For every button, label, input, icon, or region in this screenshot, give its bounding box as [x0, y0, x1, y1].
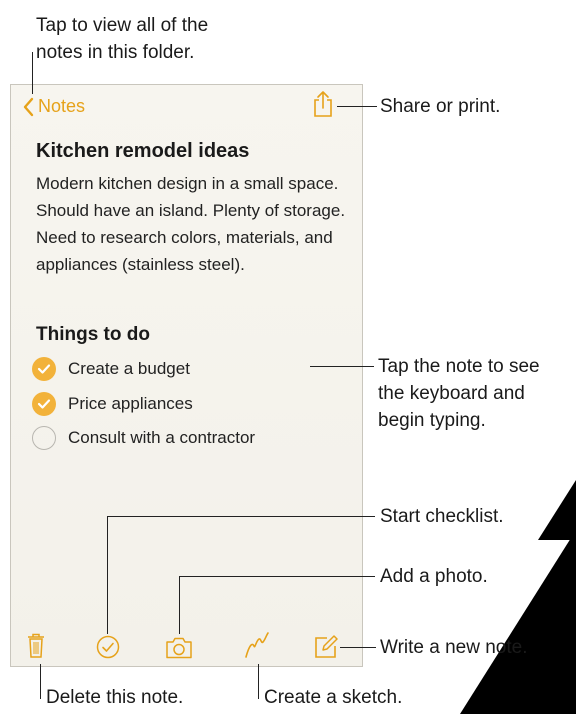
checklist-item[interactable]: Consult with a contractor — [32, 426, 255, 450]
unchecked-circle-icon[interactable] — [32, 426, 56, 450]
leader-line — [32, 52, 33, 94]
camera-icon[interactable] — [165, 637, 193, 659]
callout-share: Share or print. — [380, 96, 501, 117]
leader-line — [107, 516, 108, 634]
checked-circle-icon[interactable] — [32, 392, 56, 416]
leader-line — [40, 664, 41, 699]
note-title[interactable]: Kitchen remodel ideas — [36, 140, 249, 163]
section-title[interactable]: Things to do — [36, 324, 150, 346]
back-button[interactable]: Notes — [22, 96, 85, 117]
leader-line — [337, 106, 377, 107]
callout-notes-list-line2: notes in this folder. — [36, 42, 195, 63]
back-label: Notes — [38, 96, 86, 116]
trash-icon[interactable] — [27, 633, 45, 659]
checklist-item[interactable]: Create a budget — [32, 357, 190, 381]
callout-photo: Add a photo. — [380, 566, 488, 587]
checklist-item-label: Price appliances — [68, 394, 193, 413]
leader-line — [258, 664, 259, 699]
callout-checklist: Start checklist. — [380, 506, 504, 527]
callout-new-note: Write a new note. — [380, 637, 528, 658]
leader-line — [310, 366, 374, 367]
callout-notes-list-line1: Tap to view all of the — [36, 15, 209, 36]
note-body[interactable]: Modern kitchen design in a small space. … — [36, 170, 346, 278]
sketch-icon[interactable] — [243, 630, 271, 660]
checklist-item-label: Consult with a contractor — [68, 428, 256, 447]
callout-tap-note-line1: Tap the note to see — [378, 356, 540, 377]
checklist-item[interactable]: Price appliances — [32, 392, 193, 416]
checklist-icon[interactable] — [96, 635, 120, 659]
checked-circle-icon[interactable] — [32, 357, 56, 381]
leader-line — [340, 647, 376, 648]
share-icon[interactable] — [312, 90, 334, 118]
checklist-item-label: Create a budget — [68, 359, 190, 378]
callout-sketch: Create a sketch. — [264, 687, 403, 708]
leader-line — [179, 576, 180, 634]
compose-icon[interactable] — [313, 634, 339, 660]
callout-tap-note-line2: the keyboard and — [378, 383, 525, 404]
chevron-left-icon — [23, 97, 34, 116]
callout-tap-note-line3: begin typing. — [378, 410, 486, 431]
leader-line — [179, 576, 375, 577]
callout-delete: Delete this note. — [46, 687, 184, 708]
leader-line — [107, 516, 375, 517]
